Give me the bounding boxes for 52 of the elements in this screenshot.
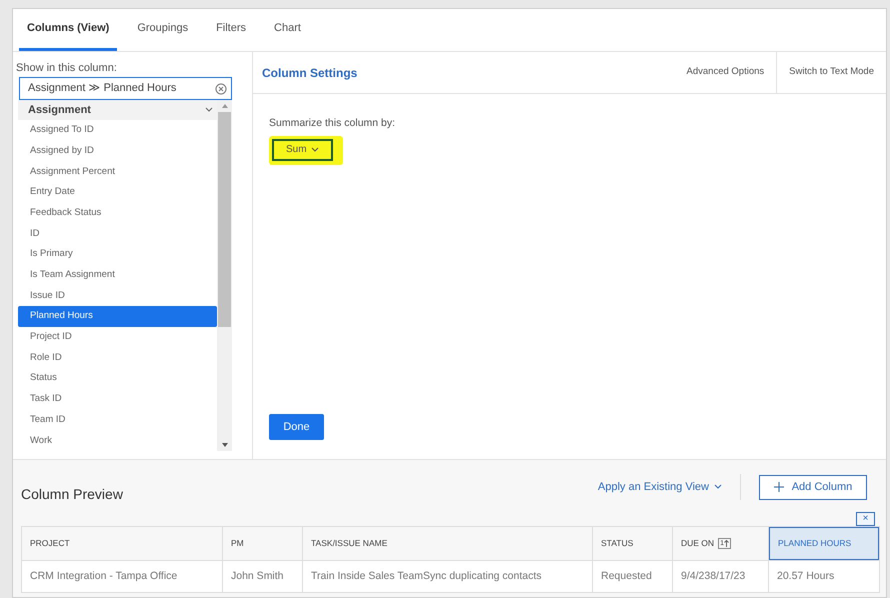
field-option[interactable]: Task ID: [18, 388, 217, 410]
column-header[interactable]: STATUS: [593, 527, 673, 560]
scroll-thumb[interactable]: [218, 112, 231, 327]
table-cell: CRM Integration - Tampa Office: [22, 561, 223, 592]
field-option[interactable]: Project ID: [18, 326, 217, 348]
settings-title: Column Settings: [262, 64, 358, 82]
field-option[interactable]: Entry Date: [18, 182, 217, 203]
field-option[interactable]: Planned Hours: [18, 306, 217, 327]
chevron-down-icon: [205, 107, 213, 113]
tab[interactable]: Chart: [266, 9, 309, 51]
chevron-down-icon: [310, 146, 319, 153]
group-header[interactable]: Assignment: [18, 100, 217, 120]
scrollbar[interactable]: [217, 100, 232, 451]
field-option[interactable]: Team ID: [18, 410, 217, 430]
field-path: Assignment ≫ Planned Hours: [28, 81, 178, 96]
field-option[interactable]: Assigned by ID: [18, 140, 217, 162]
add-column-button[interactable]: Add Column: [759, 474, 867, 500]
column-header[interactable]: PROJECT: [22, 527, 223, 560]
field-option[interactable]: Assigned To ID: [18, 120, 217, 141]
field-option[interactable]: Feedback Status: [18, 202, 217, 224]
summarize-dropdown[interactable]: Sum: [272, 138, 333, 161]
apply-view-link[interactable]: Apply an Existing View: [598, 474, 741, 500]
preview-title: Column Preview: [21, 484, 124, 504]
field-option[interactable]: Issue ID: [18, 286, 217, 306]
field-option[interactable]: Work: [18, 430, 217, 451]
clear-icon[interactable]: [215, 82, 227, 94]
column-header[interactable]: TASK/ISSUE NAME: [303, 527, 593, 560]
field-option[interactable]: ID: [18, 223, 217, 244]
tab[interactable]: Columns (View): [19, 9, 118, 51]
chevron-down-icon: [714, 484, 722, 490]
header-action[interactable]: Switch to Text Mode: [777, 52, 886, 93]
remove-column-button[interactable]: ×: [856, 512, 875, 526]
plus-icon: [774, 482, 784, 492]
done-button[interactable]: Done: [269, 414, 324, 440]
table-cell: Train Inside Sales TeamSync duplicating contacts: [303, 561, 593, 592]
tab[interactable]: Groupings: [129, 9, 196, 51]
field-label: Show in this column:: [16, 61, 118, 75]
column-header[interactable]: PLANNED HOURS: [769, 527, 879, 560]
summarize-label: Summarize this column by:: [269, 116, 396, 131]
tab[interactable]: Filters: [208, 9, 254, 51]
field-option[interactable]: Assignment Percent: [18, 161, 217, 182]
table-cell: John Smith: [223, 561, 303, 592]
table-cell-text: 20.57 Hours: [776, 568, 836, 584]
column-header[interactable]: PM: [223, 527, 303, 560]
field-option[interactable]: Role ID: [18, 348, 217, 368]
field-search[interactable]: Assignment ≫ Planned Hours: [19, 77, 232, 100]
field-option[interactable]: Is Team Assignment: [18, 264, 217, 286]
field-option[interactable]: Status: [18, 368, 217, 389]
header-action[interactable]: Advanced Options: [674, 52, 778, 93]
table-cell: 9/4/238/17/23: [673, 561, 769, 592]
field-option[interactable]: Is Primary: [18, 244, 217, 265]
table-cell: Requested: [593, 561, 673, 592]
